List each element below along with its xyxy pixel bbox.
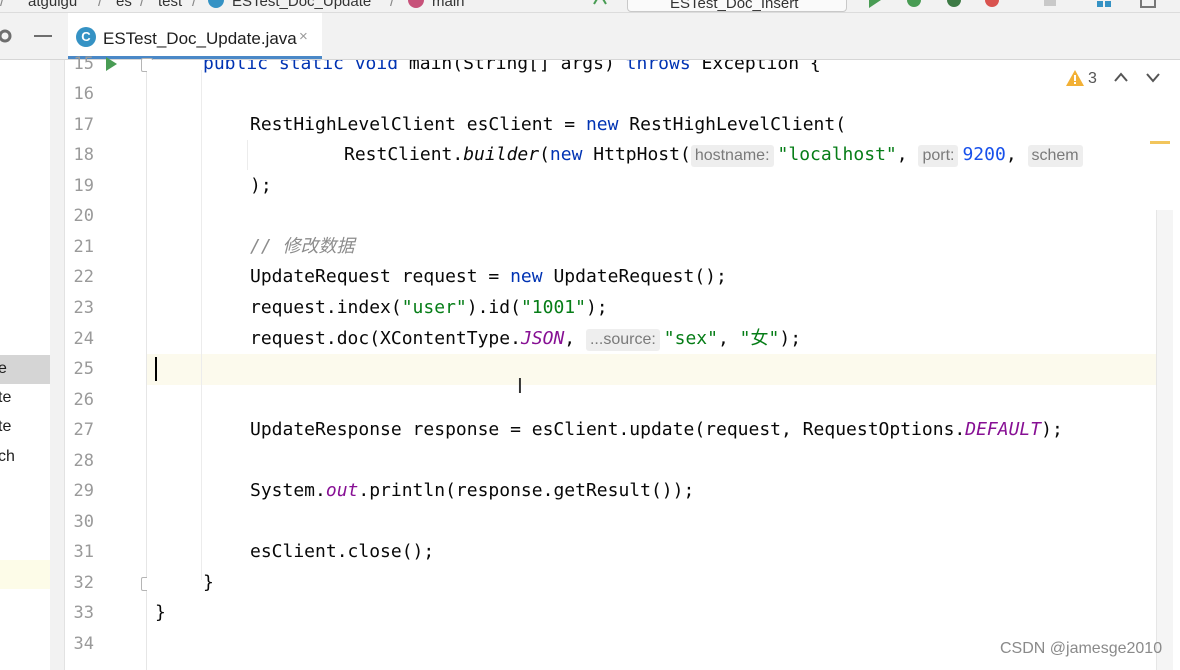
warning-marker[interactable] [1150, 141, 1170, 144]
tree-hover-highlight [0, 560, 50, 589]
line-number: 22 [73, 267, 94, 287]
line-number: 32 [73, 573, 94, 593]
line-number: 17 [73, 115, 94, 135]
line-number: 25 [73, 359, 94, 379]
code-line-23: request.index("user").id("1001"); [250, 297, 608, 318]
line-number: 24 [73, 329, 94, 349]
chevron-down-icon[interactable] [1146, 73, 1160, 83]
project-tree: e te te ch [0, 60, 50, 670]
code-editor[interactable]: public static void main(String[] args) t… [147, 60, 1156, 670]
breadcrumb-item[interactable]: ESTest_Doc_Update [232, 0, 371, 10]
run-configuration-selector[interactable]: ESTest_Doc_Insert [627, 0, 847, 12]
code-line-18: RestClient.builder(new HttpHost(hostname… [344, 140, 1087, 170]
breadcrumb-separator: / [140, 0, 145, 10]
warning-count: 3 [1088, 70, 1097, 87]
parameter-hint: ...source: [585, 329, 660, 351]
line-number: 16 [73, 84, 94, 104]
class-icon [208, 0, 224, 8]
run-icon[interactable] [866, 0, 882, 8]
vertical-scrollbar[interactable] [1156, 210, 1173, 670]
tab-label: ESTest_Doc_Update.java [103, 29, 297, 48]
parameter-hint: schem [1027, 145, 1083, 167]
line-number: 20 [73, 206, 94, 226]
breadcrumb-item[interactable]: main [432, 0, 465, 10]
text-caret [155, 357, 157, 381]
method-icon [408, 0, 424, 8]
line-number: 27 [73, 420, 94, 440]
chevron-up-icon[interactable] [1114, 72, 1128, 82]
run-configuration-label: ESTest_Doc_Insert [670, 0, 799, 12]
code-line-24: request.doc(XContentType.JSON, ...source… [250, 328, 802, 351]
line-number: 19 [73, 176, 94, 196]
stop-icon[interactable] [1042, 0, 1058, 8]
code-line-17: RestHighLevelClient esClient = new RestH… [250, 114, 847, 135]
run-gutter-icon[interactable] [106, 57, 117, 71]
debug-icon[interactable] [906, 0, 922, 8]
indent-guide [201, 70, 202, 580]
code-line-22: UpdateRequest request = new UpdateReques… [250, 266, 727, 287]
warning-icon [1066, 70, 1084, 86]
build-arrow-icon[interactable] [592, 0, 608, 8]
window-icon[interactable] [1140, 0, 1156, 8]
tree-item[interactable]: te [0, 413, 48, 441]
tree-item[interactable]: e [0, 355, 48, 383]
tree-item[interactable]: ch [0, 443, 48, 471]
breadcrumb-separator: / [0, 0, 5, 10]
code-line-19: ); [250, 175, 272, 196]
code-line-33: } [155, 602, 166, 623]
breadcrumb-item[interactable]: atguigu [28, 0, 77, 10]
code-line-32: } [203, 572, 214, 593]
breadcrumb-separator: / [192, 0, 197, 10]
ibeam-cursor-icon: I [517, 374, 523, 398]
profile-icon[interactable] [984, 0, 1000, 8]
inspection-widget[interactable]: 3 [1066, 68, 1174, 92]
parameter-hint: hostname: [690, 145, 774, 167]
breadcrumb-separator: / [98, 0, 103, 10]
coverage-icon[interactable] [946, 0, 962, 8]
java-class-icon: C [76, 27, 96, 47]
editor-tab-bar: C ESTest_Doc_Update.java × [0, 13, 1180, 60]
parameter-hint: port: [918, 145, 959, 167]
line-number: 15 [73, 54, 94, 74]
line-number: 28 [73, 451, 94, 471]
minimize-icon[interactable] [34, 35, 52, 39]
line-number: 18 [73, 145, 94, 165]
breadcrumb-item[interactable]: es [116, 0, 132, 10]
line-number: 30 [73, 512, 94, 532]
line-number: 23 [73, 298, 94, 318]
line-number: 26 [73, 390, 94, 410]
tree-item[interactable]: te [0, 384, 48, 412]
panel-splitter[interactable] [50, 60, 65, 670]
code-line-21: // 修改数据 [250, 236, 355, 257]
code-line-15: public static void main(String[] args) t… [203, 60, 821, 74]
line-number: 33 [73, 603, 94, 623]
tab-estest-doc-update[interactable]: C ESTest_Doc_Update.java × [68, 13, 322, 59]
line-number: 29 [73, 481, 94, 501]
code-line-31: esClient.close(); [250, 541, 435, 562]
code-line-27: UpdateResponse response = esClient.updat… [250, 419, 1063, 440]
watermark: CSDN @jamesge2010 [1000, 640, 1163, 657]
project-panel-toolbar [0, 13, 64, 59]
navigation-bar: / atguigu / es / test / ESTest_Doc_Updat… [0, 0, 1180, 13]
line-number: 34 [73, 634, 94, 654]
gear-icon[interactable] [0, 29, 14, 43]
breadcrumb-separator: / [390, 0, 395, 10]
breadcrumb-item[interactable]: test [158, 0, 182, 10]
close-icon[interactable]: × [299, 28, 308, 45]
current-line-highlight [147, 354, 1156, 385]
line-number: 21 [73, 237, 94, 257]
line-number: 31 [73, 542, 94, 562]
indent-guide [247, 140, 248, 170]
code-line-29: System.out.println(response.getResult())… [250, 480, 695, 501]
project-structure-icon[interactable] [1096, 0, 1112, 8]
